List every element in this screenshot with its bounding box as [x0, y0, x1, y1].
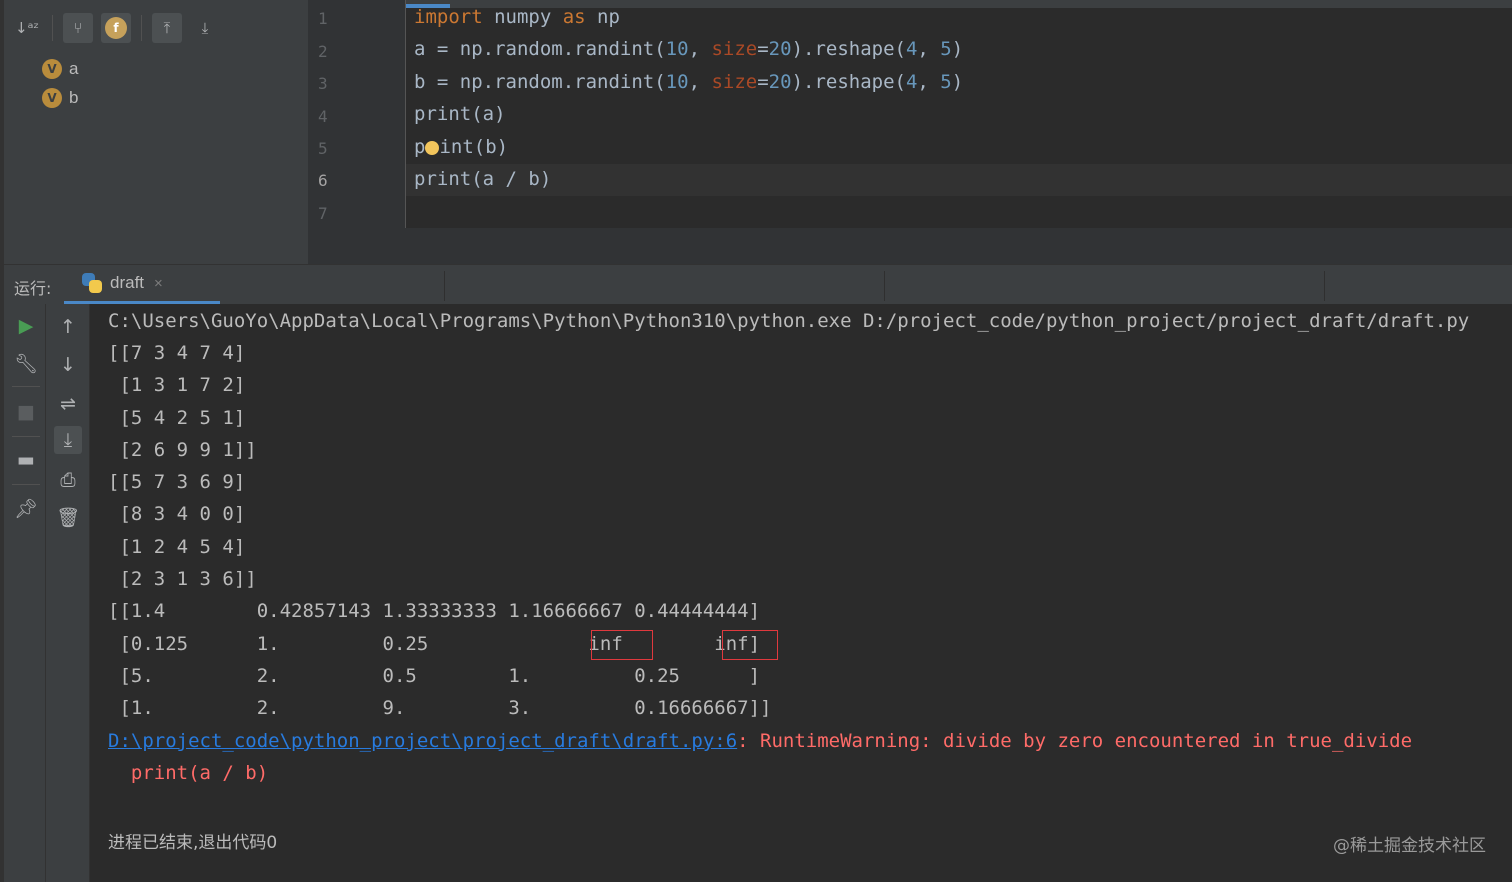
console-line: [[5 7 3 6 9] [108, 471, 246, 493]
console-line: [[7 3 4 7 4] [108, 342, 246, 364]
trash-icon[interactable]: 🗑︎ [54, 503, 82, 531]
toolbar-separator [12, 386, 40, 387]
run-tab-label: draft [110, 273, 145, 292]
line-number: 7 [318, 204, 328, 223]
code-line-2[interactable]: a = np.random.randint(10, size=20).resha… [414, 38, 963, 60]
warning-source-line: print(a / b) [108, 762, 269, 784]
code-line-6[interactable]: print(a / b) [414, 168, 551, 190]
inf-highlight-box [722, 630, 778, 660]
line-number: 1 [318, 9, 328, 28]
wrench-icon[interactable]: 🔧︎ [12, 349, 40, 377]
toolbar-separator [52, 15, 53, 41]
console-command: C:\Users\GuoYo\AppData\Local\Programs\Py… [108, 310, 1470, 332]
structure-item-label: b [69, 87, 79, 107]
console-line: [5 4 2 5 1] [108, 407, 246, 429]
watermark: @稀土掘金技术社区 [1333, 836, 1486, 856]
collapse-all-icon[interactable]: ⤓ [190, 13, 220, 43]
console-line: [0.125 1. 0.25 inf inf] [108, 633, 761, 655]
console-line: [[1.4 0.42857143 1.33333333 1.16666667 0… [108, 600, 761, 622]
expand-all-icon[interactable]: ⤒ [152, 13, 182, 43]
line-number-gutter: 1 2 3 4 5 6 7 [308, 0, 406, 228]
run-toolbar-secondary: ↑ ↓ ⇌ ⤓ ⎙ 🗑︎ [46, 304, 90, 882]
sort-alphabetically-icon[interactable]: ↓ᵃᶻ [12, 13, 42, 43]
structure-panel: ↓ᵃᶻ ⑂ f ⤒ ⤓ V a V b [0, 0, 308, 264]
console-line: [8 3 4 0 0] [108, 503, 246, 525]
run-tool-window-header: 运行: draft × [0, 264, 1512, 305]
code-line-5[interactable]: p int(b) [414, 136, 508, 158]
editor-scroll-area [308, 228, 1512, 264]
line-number: 6 [318, 171, 328, 190]
intention-bulb-icon[interactable] [425, 141, 440, 155]
caret-row-highlight [406, 164, 1512, 196]
warning-message: : RuntimeWarning: divide by zero encount… [737, 730, 1413, 752]
show-inherited-icon[interactable]: ⑂ [63, 13, 93, 43]
line-number: 3 [318, 74, 328, 93]
code-line-3[interactable]: b = np.random.randint(10, size=20).resha… [414, 71, 963, 93]
print-icon[interactable]: ⎙ [54, 466, 82, 494]
structure-item-b[interactable]: V b [42, 83, 78, 112]
runtime-warning: D:\project_code\python_project\project_d… [108, 730, 1412, 752]
structure-toolbar: ↓ᵃᶻ ⑂ f ⤒ ⤓ [12, 10, 228, 46]
inf-highlight-box [591, 630, 653, 660]
console-line: [1 3 1 7 2] [108, 374, 246, 396]
run-label: 运行: [14, 279, 52, 298]
up-arrow-icon[interactable]: ↑ [54, 313, 82, 341]
python-icon [82, 273, 102, 293]
code-line-4[interactable]: print(a) [414, 103, 506, 125]
show-fields-icon[interactable]: f [101, 13, 131, 43]
run-tab-draft[interactable]: draft × [64, 265, 220, 305]
run-toolbar-primary: ▶ 🔧︎ ■ ▬ 📌︎ [4, 304, 46, 882]
structure-tree: V a V b [42, 54, 78, 112]
toolbar-separator [141, 15, 142, 41]
process-exit-message: 进程已结束,退出代码0 [108, 833, 278, 853]
line-number: 5 [318, 139, 328, 158]
console-line: [2 3 1 3 6]] [108, 568, 257, 590]
header-divider [444, 271, 445, 301]
console-line: [1 2 4 5 4] [108, 536, 246, 558]
source-file-link[interactable]: D:\project_code\python_project\project_d… [108, 730, 737, 752]
rerun-icon[interactable]: ▶ [12, 312, 40, 340]
header-divider [1324, 271, 1325, 301]
code-line-1[interactable]: import numpy as np [414, 6, 620, 28]
pin-icon[interactable]: 📌︎ [12, 494, 40, 522]
toolbar-separator [12, 436, 40, 437]
stop-icon[interactable]: ■ [12, 398, 40, 426]
down-arrow-icon[interactable]: ↓ [54, 351, 82, 379]
console-line: [1. 2. 9. 3. 0.16666667]] [108, 697, 772, 719]
layout-icon[interactable]: ▬ [12, 446, 40, 474]
console-line: [5. 2. 0.5 1. 0.25 ] [108, 665, 761, 687]
header-divider [884, 271, 885, 301]
scroll-to-end-icon[interactable]: ⤓ [54, 426, 82, 454]
soft-wrap-icon[interactable]: ⇌ [54, 390, 82, 418]
variable-icon: V [42, 58, 62, 79]
console-output[interactable]: C:\Users\GuoYo\AppData\Local\Programs\Py… [90, 304, 1512, 882]
close-icon[interactable]: × [154, 275, 163, 292]
console-line: [2 6 9 9 1]] [108, 439, 257, 461]
code-editor[interactable]: 1 2 3 4 5 6 7 import numpy as np a = np.… [308, 0, 1512, 264]
variable-icon: V [42, 87, 62, 108]
line-number: 4 [318, 107, 328, 126]
line-number: 2 [318, 42, 328, 61]
structure-item-label: a [69, 58, 79, 78]
structure-item-a[interactable]: V a [42, 54, 78, 83]
toolbar-separator [12, 484, 40, 485]
